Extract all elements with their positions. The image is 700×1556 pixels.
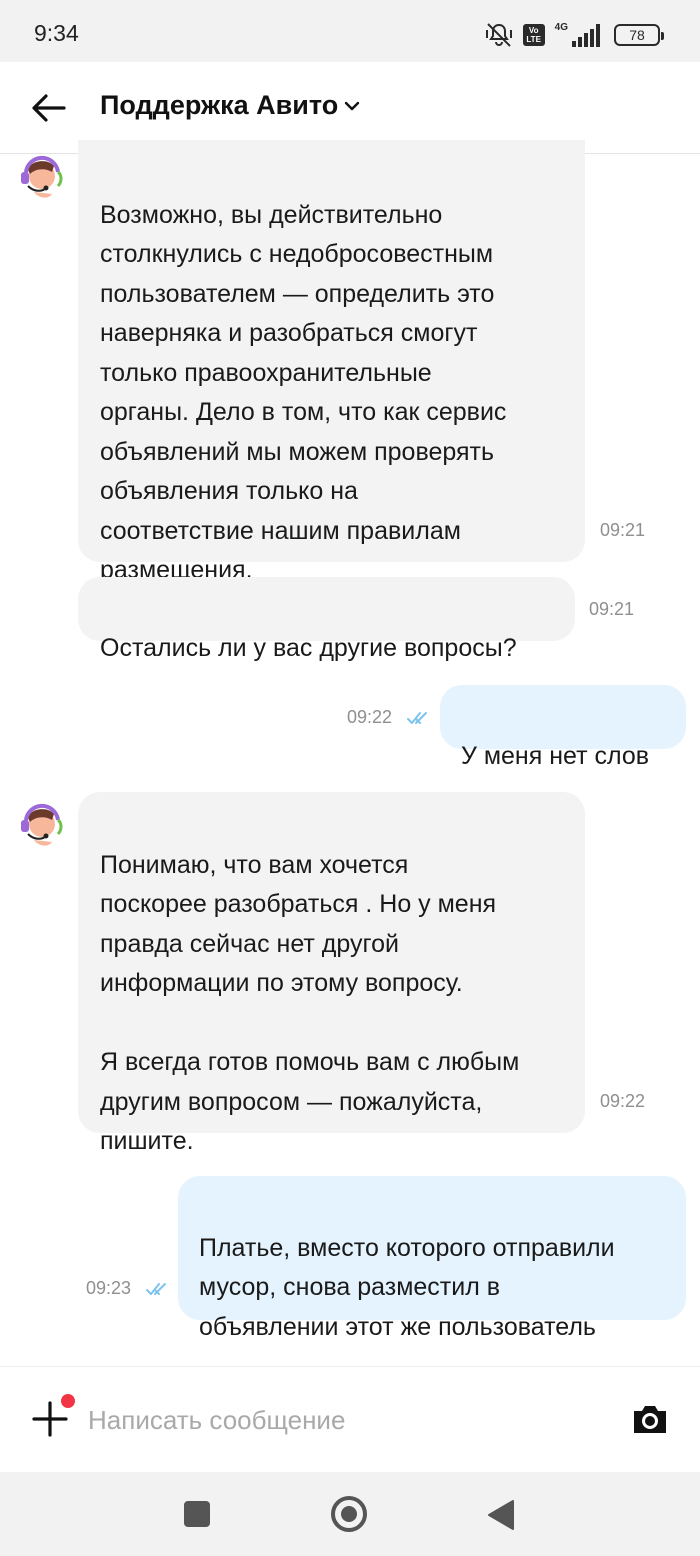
message-text: Возможно, вы действительно столкнулись с… (100, 200, 507, 585)
chat-title: Поддержка Авито (100, 90, 339, 120)
message-bubble-outgoing[interactable]: Платье, вместо которого отправили мусор,… (178, 1176, 686, 1341)
support-agent-avatar (21, 803, 63, 846)
message-input-bar (0, 1366, 700, 1472)
message-text: Платье, вместо которого отправили мусор,… (199, 1233, 615, 1341)
volte-icon: Vo LTE (522, 24, 545, 46)
notification-dot (61, 1394, 75, 1408)
message-time: 09:22 (347, 707, 393, 727)
message-text: У меня нет слов (461, 741, 650, 770)
message-time: 09:23 (86, 1278, 132, 1298)
arrow-left-icon[interactable] (30, 92, 68, 124)
message-bubble-incoming[interactable]: Возможно, вы действительно столкнулись с… (78, 140, 585, 584)
status-bar: 9:34 Vo LTE 4G 78 (0, 0, 700, 62)
status-icons: Vo LTE 4G 78 (485, 18, 664, 52)
chevron-down-icon (345, 101, 360, 110)
message-input[interactable] (88, 1397, 588, 1443)
message-bubble-outgoing[interactable]: У меня нет слов (440, 685, 686, 770)
status-time: 9:34 (34, 20, 79, 46)
recents-icon[interactable] (184, 1501, 210, 1527)
message-bubble-incoming[interactable]: Остались ли у вас другие вопросы? (78, 577, 575, 662)
back-icon[interactable] (487, 1499, 515, 1531)
chat-title-dropdown[interactable]: Поддержка Авито (100, 90, 360, 121)
message-time: 09:22 (600, 1091, 646, 1111)
signal-icon (572, 24, 600, 47)
message-text: Остались ли у вас другие вопросы? (100, 633, 517, 662)
support-agent-avatar (21, 155, 63, 198)
battery-icon: 78 (614, 24, 664, 46)
message-time: 09:21 (589, 599, 635, 619)
message-time: 09:21 (600, 520, 646, 540)
home-icon[interactable] (331, 1496, 367, 1532)
camera-icon[interactable] (630, 1401, 670, 1437)
read-ticks-icon (146, 1283, 166, 1295)
mute-vibrate-icon (485, 23, 512, 47)
message-text: Понимаю, что вам хочется поскорее разобр… (100, 850, 520, 1156)
read-ticks-icon (407, 712, 427, 724)
system-nav-bar (0, 1472, 700, 1556)
message-bubble-incoming[interactable]: Понимаю, что вам хочется поскорее разобр… (78, 792, 585, 1155)
network-type: 4G (554, 21, 568, 33)
